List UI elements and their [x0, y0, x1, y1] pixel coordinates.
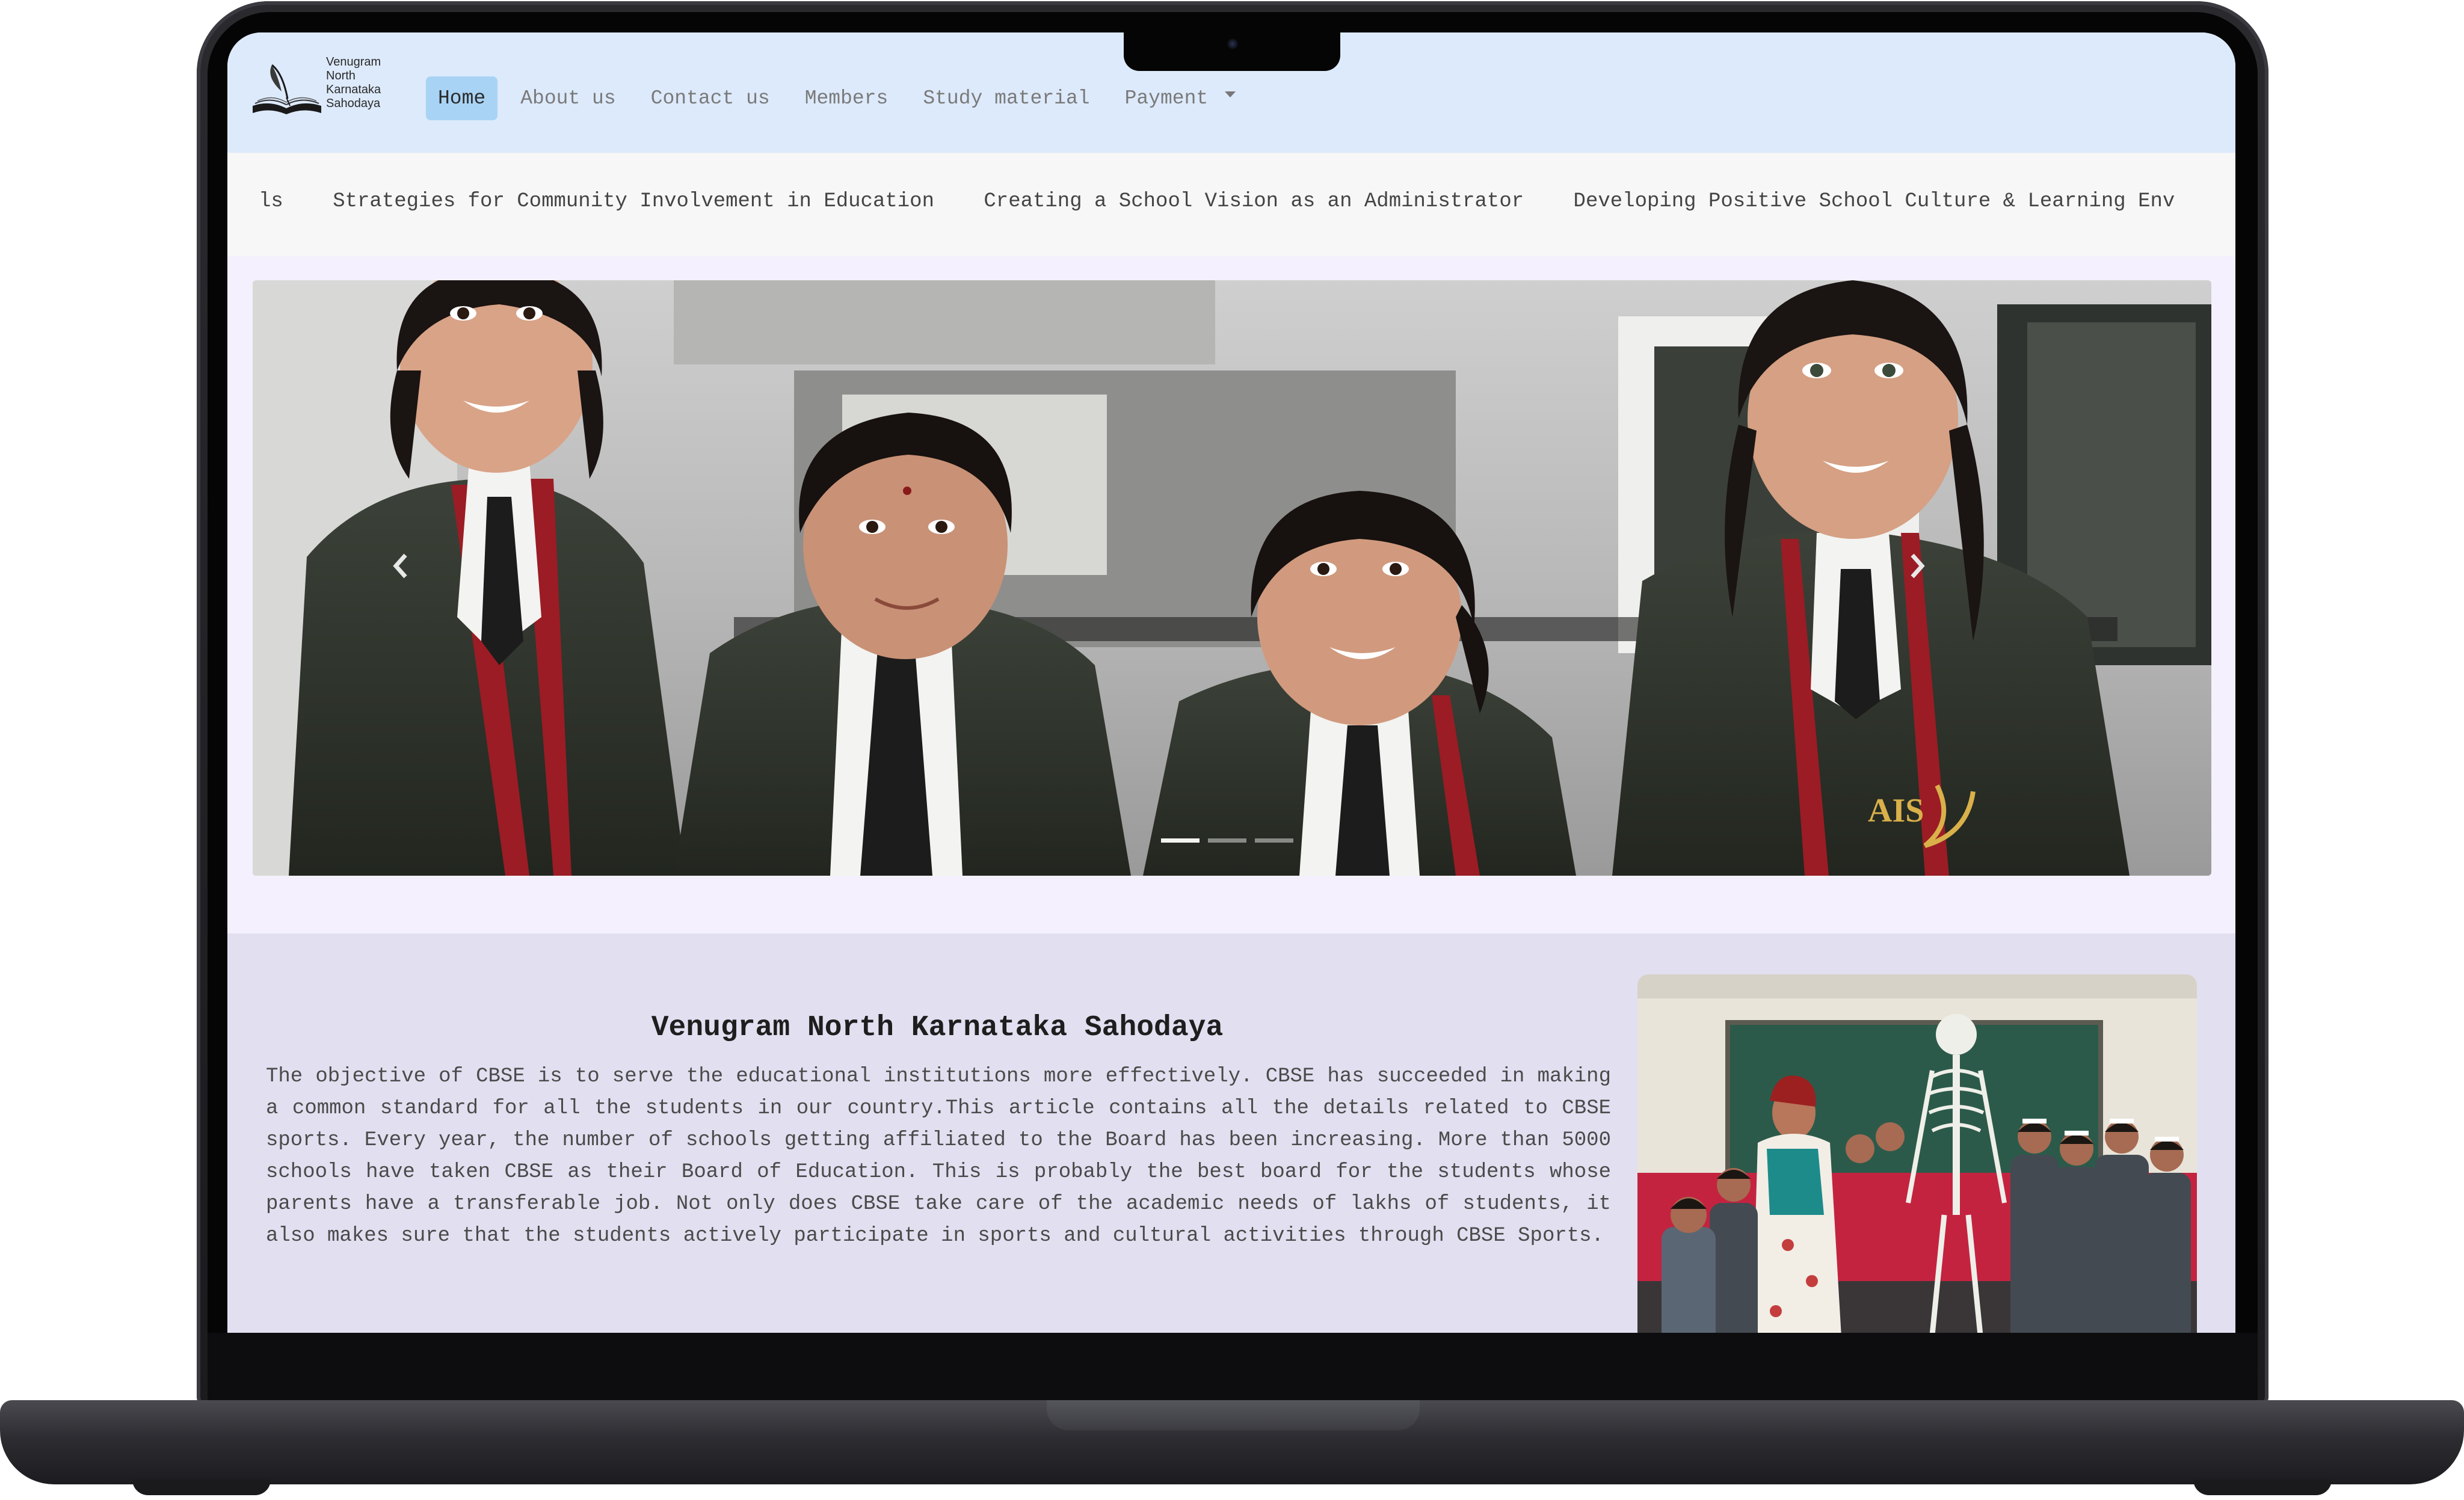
carousel-indicators [1161, 838, 1293, 843]
chevron-right-icon [1911, 553, 1925, 579]
bezel-chin [208, 1333, 2258, 1400]
carousel-prev-button[interactable] [382, 545, 418, 587]
chevron-left-icon [393, 553, 407, 579]
caret-down-icon [1225, 91, 1236, 97]
nav-members[interactable]: Members [793, 76, 901, 120]
laptop-foot-left [132, 1480, 271, 1495]
website: Venugram North Karnataka Sahodaya Home A… [227, 32, 2235, 1333]
svg-text:AIS: AIS [1868, 792, 1924, 829]
site-logo[interactable]: Venugram North Karnataka Sahodaya [248, 55, 386, 128]
nav-study-material[interactable]: Study material [911, 76, 1101, 120]
hero-carousel: AIS [253, 280, 2211, 876]
marquee-track: ls Strategies for Community Involvement … [259, 190, 2212, 213]
nav-links: Home About us Contact us Members Study m… [426, 71, 1258, 125]
nav-payment-dropdown[interactable]: Payment [1113, 76, 1248, 120]
nav-payment-label: Payment [1124, 87, 1209, 109]
carousel-next-button[interactable] [1900, 545, 1936, 587]
news-marquee: ls Strategies for Community Involvement … [227, 153, 2235, 256]
marquee-item[interactable]: Developing Positive School Culture & Lea… [1574, 190, 2175, 213]
nav-about-us[interactable]: About us [508, 76, 627, 120]
nav-home[interactable]: Home [426, 76, 498, 120]
about-section: Venugram North Karnataka Sahodaya The ob… [227, 933, 2235, 1333]
open-book-quill-icon [253, 64, 321, 114]
carousel-indicator[interactable] [1161, 838, 1200, 843]
about-title: Venugram North Karnataka Sahodaya [651, 1012, 1224, 1044]
classroom-photo [1637, 974, 2197, 1333]
marquee-item[interactable]: ls [259, 190, 283, 213]
logo-text: Venugram North Karnataka Sahodaya [326, 55, 381, 110]
carousel-section: AIS [227, 256, 2235, 933]
about-text: The objective of CBSE is to serve the ed… [266, 1065, 1611, 1247]
lid-opening-notch [1047, 1400, 1420, 1430]
laptop-foot-right [2193, 1480, 2332, 1495]
webcam-icon [1227, 38, 1238, 49]
classroom-image [1637, 974, 2197, 1333]
carousel-indicator[interactable] [1255, 838, 1293, 843]
nav-contact-us[interactable]: Contact us [639, 76, 782, 120]
marquee-item[interactable]: Strategies for Community Involvement in … [333, 190, 934, 213]
marquee-item[interactable]: Creating a School Vision as an Administr… [984, 190, 1524, 213]
carousel-indicator[interactable] [1208, 838, 1246, 843]
laptop-screen: Venugram North Karnataka Sahodaya Home A… [227, 32, 2235, 1333]
